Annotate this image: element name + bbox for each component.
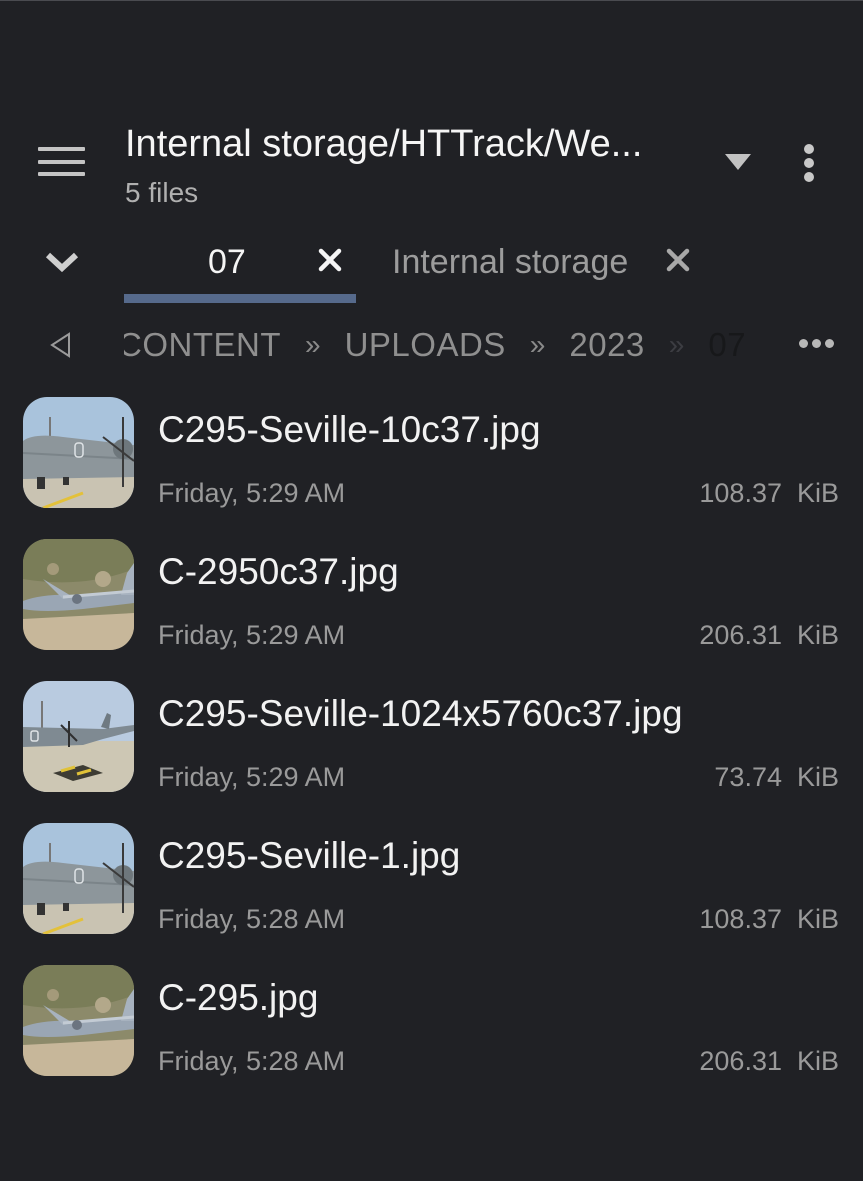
file-name: C295-Seville-10c37.jpg — [158, 409, 541, 450]
image-thumbnail — [23, 823, 134, 934]
file-date: Friday, 5:28 AM — [158, 904, 346, 934]
file-size: 108.37 KiB — [699, 904, 839, 934]
active-tab-indicator — [124, 294, 356, 303]
file-size: 206.31 KiB — [699, 620, 839, 650]
tab-internal-storage[interactable]: Internal storage — [380, 236, 710, 306]
triangle-left-icon[interactable] — [49, 331, 73, 359]
breadcrumb-separator: » — [668, 329, 685, 360]
breadcrumb-current-segment[interactable]: 07 — [708, 322, 746, 368]
more-vert-icon[interactable] — [796, 142, 822, 186]
file-date: Friday, 5:29 AM — [158, 478, 346, 508]
file-row[interactable]: C295-Seville-10c37.jpg Friday, 5:29 AM 1… — [0, 390, 863, 532]
tab-07[interactable]: 07 — [124, 236, 356, 306]
file-name: C-2950c37.jpg — [158, 551, 399, 592]
file-size: 73.74 KiB — [714, 762, 839, 792]
close-icon[interactable] — [664, 246, 692, 274]
close-icon[interactable] — [316, 246, 344, 274]
file-row[interactable]: C295-Seville-1024x5760c37.jpg Friday, 5:… — [0, 674, 863, 816]
breadcrumb-separator: » — [529, 329, 546, 360]
tab-label: 07 — [208, 243, 246, 281]
file-date: Friday, 5:28 AM — [158, 1046, 346, 1076]
status-divider — [0, 0, 863, 1]
image-thumbnail — [23, 965, 134, 1076]
file-size: 108.37 KiB — [699, 478, 839, 508]
dropdown-triangle-icon[interactable] — [725, 154, 751, 170]
file-row[interactable]: C-2950c37.jpg Friday, 5:29 AM 206.31 KiB — [0, 532, 863, 674]
hamburger-menu-icon[interactable] — [38, 147, 86, 181]
page-title[interactable]: Internal storage/HTTrack/We... — [125, 120, 705, 168]
file-date: Friday, 5:29 AM — [158, 762, 346, 792]
file-name: C295-Seville-1.jpg — [158, 835, 461, 876]
more-horiz-icon[interactable] — [799, 338, 835, 350]
breadcrumb-segment[interactable]: UPLOADS — [345, 322, 506, 368]
image-thumbnail — [23, 539, 134, 650]
chevron-down-icon[interactable] — [44, 250, 80, 274]
breadcrumb-segment[interactable]: CONTENT — [124, 322, 281, 368]
breadcrumb-segment[interactable]: 2023 — [569, 322, 644, 368]
breadcrumb-separator: » — [305, 329, 321, 360]
file-row[interactable]: C295-Seville-1.jpg Friday, 5:28 AM 108.3… — [0, 816, 863, 958]
tab-label: Internal storage — [392, 243, 629, 281]
file-count: 5 files — [125, 177, 199, 208]
breadcrumb[interactable]: CONTENT » UPLOADS » 2023 » 07 — [124, 322, 764, 368]
file-row[interactable]: C-295.jpg Friday, 5:28 AM 206.31 KiB — [0, 958, 863, 1100]
image-thumbnail — [23, 681, 134, 792]
file-name: C295-Seville-1024x5760c37.jpg — [158, 693, 683, 734]
file-list: C295-Seville-10c37.jpg Friday, 5:29 AM 1… — [0, 390, 863, 1100]
file-name: C-295.jpg — [158, 977, 319, 1018]
file-date: Friday, 5:29 AM — [158, 620, 346, 650]
image-thumbnail — [23, 397, 134, 508]
file-size: 206.31 KiB — [699, 1046, 839, 1076]
